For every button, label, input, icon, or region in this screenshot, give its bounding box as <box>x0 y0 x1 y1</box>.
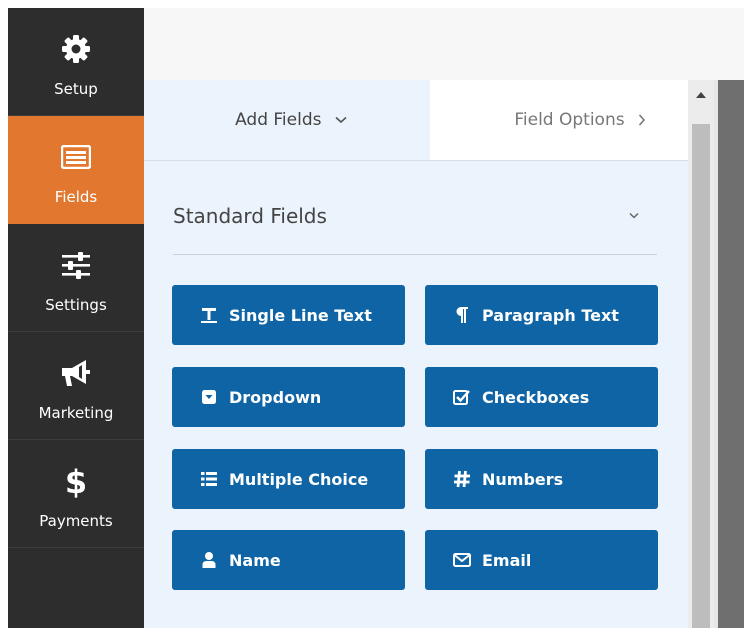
sidebar-item-marketing[interactable]: Marketing <box>8 332 144 440</box>
text-icon <box>198 304 220 326</box>
preview-area <box>714 80 744 628</box>
numbers-button[interactable]: Numbers <box>425 449 658 509</box>
field-button-label: Checkboxes <box>482 387 590 407</box>
envelope-icon <box>451 549 473 571</box>
sidebar: Setup Fields Settings Marketing $ Paymen… <box>8 8 144 628</box>
multiple-choice-button[interactable]: Multiple Choice <box>172 449 405 509</box>
dropdown-icon <box>198 386 220 408</box>
dollar-icon: $ <box>8 464 144 498</box>
sidebar-item-payments[interactable]: $ Payments <box>8 440 144 548</box>
field-button-label: Multiple Choice <box>229 469 369 489</box>
dropdown-button[interactable]: Dropdown <box>172 367 405 427</box>
checkboxes-button[interactable]: Checkboxes <box>425 367 658 427</box>
name-button[interactable]: Name <box>172 530 405 590</box>
sidebar-item-label: Settings <box>45 296 107 314</box>
paragraph-icon <box>451 304 473 326</box>
sidebar-item-label: Fields <box>54 188 98 206</box>
checkbox-icon <box>451 386 473 408</box>
sidebar-item-label: Payments <box>39 512 113 530</box>
field-button-label: Paragraph Text <box>482 305 619 325</box>
field-button-label: Single Line Text <box>229 305 372 325</box>
section-collapse-toggle[interactable] <box>622 204 646 228</box>
user-icon <box>198 549 220 571</box>
chevron-down-icon <box>335 116 347 124</box>
section-divider <box>173 254 657 255</box>
sidebar-item-label: Setup <box>54 80 98 98</box>
chevron-right-icon <box>638 114 646 126</box>
vertical-scrollbar[interactable] <box>688 80 714 628</box>
field-button-label: Dropdown <box>229 387 322 407</box>
scrollbar-thumb[interactable] <box>692 124 710 628</box>
tab-label: Add Fields <box>235 110 322 130</box>
section-title: Standard Fields <box>173 204 327 228</box>
field-button-label: Numbers <box>482 469 564 489</box>
sidebar-item-fields[interactable]: Fields <box>8 116 144 224</box>
gear-icon <box>8 32 144 66</box>
field-button-label: Email <box>482 550 532 570</box>
sliders-icon <box>8 248 144 282</box>
svg-text:$: $ <box>65 464 87 498</box>
sidebar-item-setup[interactable]: Setup <box>8 8 144 116</box>
megaphone-icon <box>8 356 144 390</box>
fields-list-icon <box>8 140 144 174</box>
hash-icon <box>451 468 473 490</box>
list-icon <box>198 468 220 490</box>
top-header-bar <box>144 8 744 81</box>
email-button[interactable]: Email <box>425 530 658 590</box>
sidebar-item-label: Marketing <box>38 404 114 422</box>
paragraph-text-button[interactable]: Paragraph Text <box>425 285 658 345</box>
sidebar-item-settings[interactable]: Settings <box>8 224 144 332</box>
field-button-label: Name <box>229 550 281 570</box>
tab-field-options[interactable]: Field Options <box>430 80 688 160</box>
tab-label: Field Options <box>514 110 625 130</box>
tab-divider <box>144 160 688 161</box>
chevron-down-icon <box>629 212 639 219</box>
single-line-text-button[interactable]: Single Line Text <box>172 285 405 345</box>
scroll-up-arrow-icon[interactable] <box>688 80 714 120</box>
tab-add-fields[interactable]: Add Fields <box>144 80 430 160</box>
fields-panel: Add Fields Field Options Standard Fields <box>144 80 688 628</box>
